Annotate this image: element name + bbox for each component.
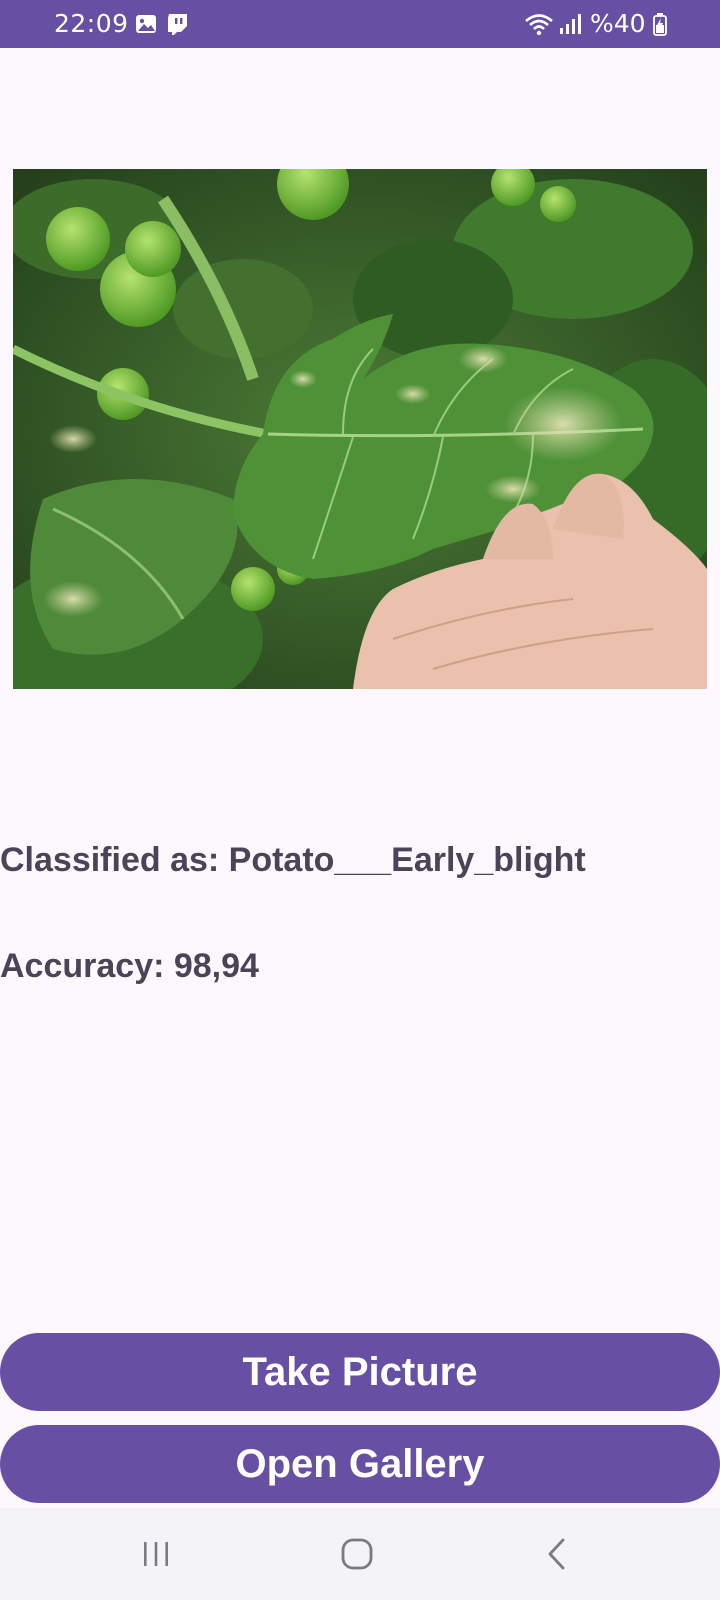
battery-percent: %40 xyxy=(590,9,646,38)
twitch-icon xyxy=(165,12,189,36)
battery-icon xyxy=(652,12,668,36)
classification-result: Classified as: Potato___Early_blight xyxy=(0,841,586,879)
open-gallery-button[interactable]: Open Gallery xyxy=(0,1425,720,1503)
gallery-icon xyxy=(134,12,158,36)
classified-image xyxy=(13,169,707,689)
back-icon[interactable] xyxy=(538,1534,578,1574)
recent-apps-icon[interactable] xyxy=(136,1534,176,1574)
status-time: 22:09 xyxy=(54,9,129,38)
signal-icon xyxy=(558,12,582,36)
wifi-icon xyxy=(524,12,554,36)
take-picture-button[interactable]: Take Picture xyxy=(0,1333,720,1411)
home-icon[interactable] xyxy=(337,1534,377,1574)
navigation-bar xyxy=(0,1508,720,1600)
accuracy-result: Accuracy: 98,94 xyxy=(0,947,259,985)
status-bar: 22:09 %40 xyxy=(0,0,720,48)
